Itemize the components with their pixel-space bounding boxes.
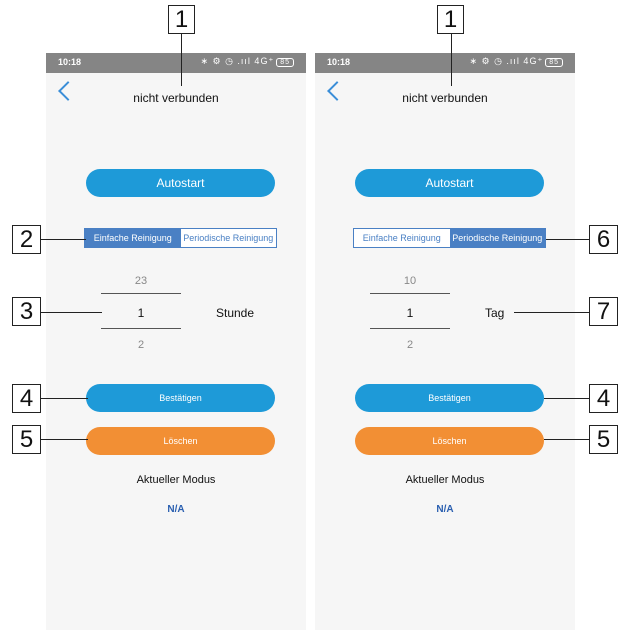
picker-current-value[interactable]: 1 xyxy=(101,306,181,320)
callout-label-5: 5 xyxy=(12,425,41,454)
status-bar: 10:18 ∗ ⚙ ◷ .ııl 4G⁺ 85 xyxy=(315,53,575,73)
status-signal-icons: ∗ ⚙ ◷ .ııl 4G⁺ xyxy=(469,56,544,66)
picker-divider xyxy=(101,328,181,329)
picker-unit-label: Tag xyxy=(485,306,505,320)
tab-simple-cleaning[interactable]: Einfache Reinigung xyxy=(354,229,450,247)
battery-icon: 85 xyxy=(276,58,294,67)
picker-next-value[interactable]: 2 xyxy=(370,339,450,351)
status-time: 10:18 xyxy=(58,57,82,67)
callout-leader-line xyxy=(546,239,590,240)
status-icons: ∗ ⚙ ◷ .ııl 4G⁺ 85 xyxy=(200,56,294,67)
picker-divider xyxy=(370,293,450,294)
status-signal-icons: ∗ ⚙ ◷ .ııl 4G⁺ xyxy=(200,56,275,66)
tab-periodic-cleaning[interactable]: Periodische Reinigung xyxy=(181,229,277,247)
status-bar: 10:18 ∗ ⚙ ◷ .ııl 4G⁺ 85 xyxy=(46,53,306,73)
current-mode-value: N/A xyxy=(436,504,454,515)
picker-unit-label: Stunde xyxy=(216,306,255,320)
confirm-button[interactable]: Bestätigen xyxy=(86,384,275,412)
picker-prev-value[interactable]: 23 xyxy=(101,275,181,287)
mode-tabs: Einfache Reinigung Periodische Reinigung xyxy=(84,228,277,248)
picker-current-value[interactable]: 1 xyxy=(370,306,450,320)
current-mode-value: N/A xyxy=(167,504,185,515)
callout-label-5: 5 xyxy=(589,425,618,454)
callout-label-4: 4 xyxy=(12,384,41,413)
current-mode-label: Aktueller Modus xyxy=(136,474,216,486)
page-title: nicht verbunden xyxy=(133,91,219,105)
callout-label-1: 1 xyxy=(437,5,464,34)
delete-button[interactable]: Löschen xyxy=(355,427,544,455)
autostart-button[interactable]: Autostart xyxy=(86,169,275,197)
tab-simple-cleaning[interactable]: Einfache Reinigung xyxy=(85,229,181,247)
callout-leader-line xyxy=(40,398,88,399)
callout-label-4: 4 xyxy=(589,384,618,413)
callout-leader-line xyxy=(40,439,88,440)
autostart-button[interactable]: Autostart xyxy=(355,169,544,197)
callout-leader-line xyxy=(544,439,590,440)
page-title: nicht verbunden xyxy=(402,91,488,105)
picker-divider xyxy=(370,328,450,329)
tab-periodic-cleaning[interactable]: Periodische Reinigung xyxy=(449,229,545,247)
status-icons: ∗ ⚙ ◷ .ııl 4G⁺ 85 xyxy=(469,56,563,67)
callout-label-1: 1 xyxy=(168,5,195,34)
callout-leader-line xyxy=(514,312,590,313)
callout-leader-line xyxy=(40,312,102,313)
confirm-button[interactable]: Bestätigen xyxy=(355,384,544,412)
callout-label-2: 2 xyxy=(12,225,41,254)
status-time: 10:18 xyxy=(327,57,351,67)
picker-divider xyxy=(101,293,181,294)
callout-leader-line xyxy=(40,239,86,240)
mode-tabs: Einfache Reinigung Periodische Reinigung xyxy=(353,228,546,248)
callout-label-7: 7 xyxy=(589,297,618,326)
current-mode-label: Aktueller Modus xyxy=(405,474,485,486)
picker-next-value[interactable]: 2 xyxy=(101,339,181,351)
callout-leader-line xyxy=(181,33,182,86)
callout-label-6: 6 xyxy=(589,225,618,254)
picker-prev-value[interactable]: 10 xyxy=(370,275,450,287)
callout-leader-line xyxy=(451,33,452,86)
phone-screen-left: 10:18 ∗ ⚙ ◷ .ııl 4G⁺ 85 nicht verbunden A… xyxy=(46,53,306,630)
delete-button[interactable]: Löschen xyxy=(86,427,275,455)
callout-leader-line xyxy=(544,398,590,399)
battery-icon: 85 xyxy=(545,58,563,67)
callout-label-3: 3 xyxy=(12,297,41,326)
phone-screen-right: 10:18 ∗ ⚙ ◷ .ııl 4G⁺ 85 nicht verbunden A… xyxy=(315,53,575,630)
